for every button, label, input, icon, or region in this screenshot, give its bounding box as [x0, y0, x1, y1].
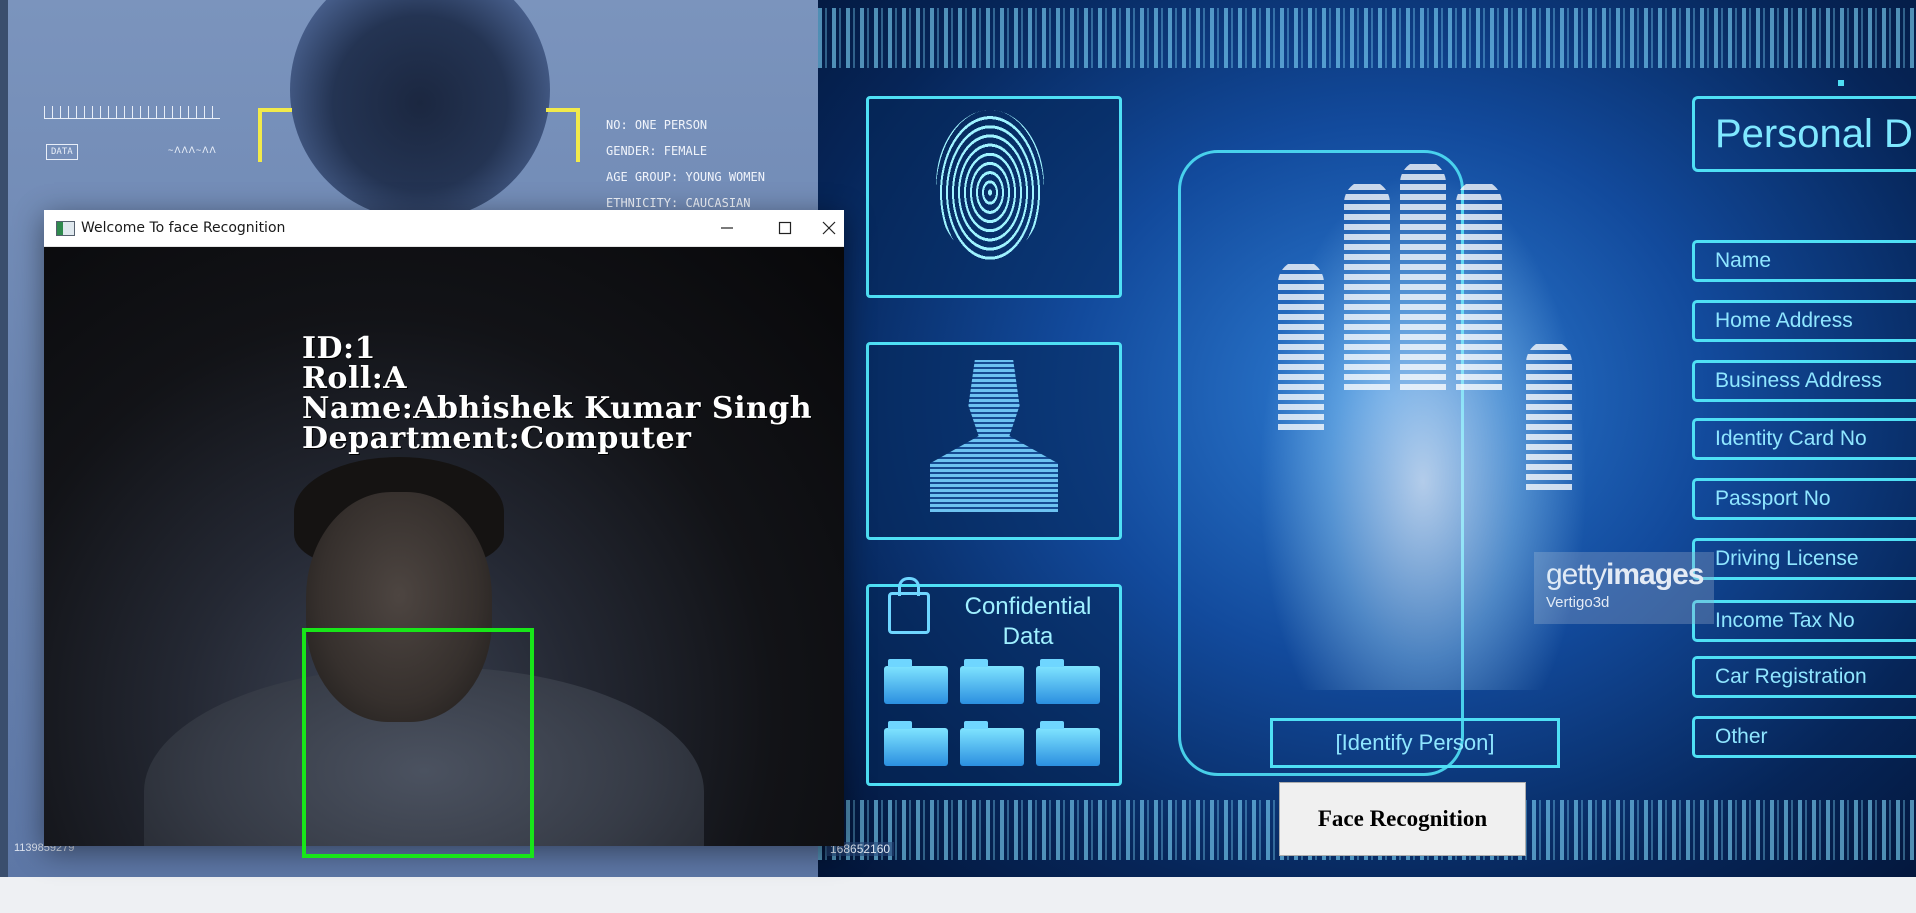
hud-info-text: NO: ONE PERSON GENDER: FEMALE AGE GROUP:…	[606, 112, 765, 216]
face-bounding-box	[302, 628, 534, 858]
frame-connector	[1838, 80, 1844, 86]
folder-icon	[884, 721, 948, 766]
portrait-hair	[290, 0, 550, 220]
overlay-department: Department:Computer	[302, 421, 692, 456]
folder-icon	[1036, 721, 1100, 766]
personal-data-heading: Personal D	[1692, 96, 1916, 172]
minimize-icon	[721, 227, 733, 229]
maximize-button[interactable]	[756, 210, 814, 246]
hand-finger	[1456, 180, 1502, 390]
left-edge	[0, 0, 8, 877]
window-title: Welcome To face Recognition	[81, 220, 286, 236]
hand-finger	[1526, 340, 1572, 490]
hud-bracket-right	[546, 108, 580, 162]
minimize-button[interactable]	[698, 210, 756, 246]
field-business-address: Business Address	[1692, 360, 1916, 402]
getty-brand-bold: images	[1606, 558, 1704, 591]
hud-bracket-left	[258, 108, 292, 162]
field-income-tax: Income Tax No	[1692, 600, 1916, 642]
hud-line-2: GENDER: FEMALE	[606, 144, 708, 158]
field-car-registration: Car Registration	[1692, 656, 1916, 698]
hud-line-3: AGE GROUP: YOUNG WOMEN	[606, 170, 765, 184]
maximize-icon	[778, 221, 792, 235]
folder-icon	[960, 659, 1024, 704]
overlay-roll: Roll:A	[302, 361, 408, 396]
hud-waveform: ~ᐱᐱᐱ~ᐱᐱ	[168, 146, 217, 156]
close-icon	[822, 221, 836, 235]
confidential-label: Confidential Data	[964, 593, 1092, 650]
field-identity-card: Identity Card No	[1692, 418, 1916, 460]
field-other: Other	[1692, 716, 1916, 758]
app-icon	[56, 221, 75, 236]
face-recognition-window: Welcome To face Recognition ID:1 Roll:A …	[44, 210, 844, 858]
hand-finger	[1400, 160, 1446, 390]
folder-icon	[884, 659, 948, 704]
binary-strip-top	[818, 8, 1916, 68]
close-button[interactable]	[814, 210, 844, 246]
hud-line-1: NO: ONE PERSON	[606, 118, 708, 132]
field-home-address: Home Address	[1692, 300, 1916, 342]
hud-data-box: DATA	[46, 144, 78, 160]
field-driving-license: Driving License	[1692, 538, 1916, 580]
hud-data-label: DATA	[51, 147, 73, 157]
hand-finger	[1344, 180, 1390, 390]
hand-finger	[1278, 260, 1324, 430]
overlay-name: Name:Abhishek Kumar Singh	[302, 391, 813, 426]
overlay-id: ID:1	[302, 331, 376, 366]
folder-icon	[960, 721, 1024, 766]
fingerprint-icon	[936, 110, 1044, 260]
field-passport: Passport No	[1692, 478, 1916, 520]
folder-icon	[1036, 659, 1100, 704]
lock-icon	[888, 577, 930, 634]
hud-ruler	[44, 106, 220, 119]
identify-person-label: [Identify Person]	[1270, 718, 1560, 768]
face-recognition-button[interactable]: Face Recognition	[1279, 782, 1526, 856]
digital-hand-icon	[1258, 160, 1588, 690]
window-titlebar[interactable]: Welcome To face Recognition	[44, 210, 844, 247]
field-name: Name	[1692, 240, 1916, 282]
